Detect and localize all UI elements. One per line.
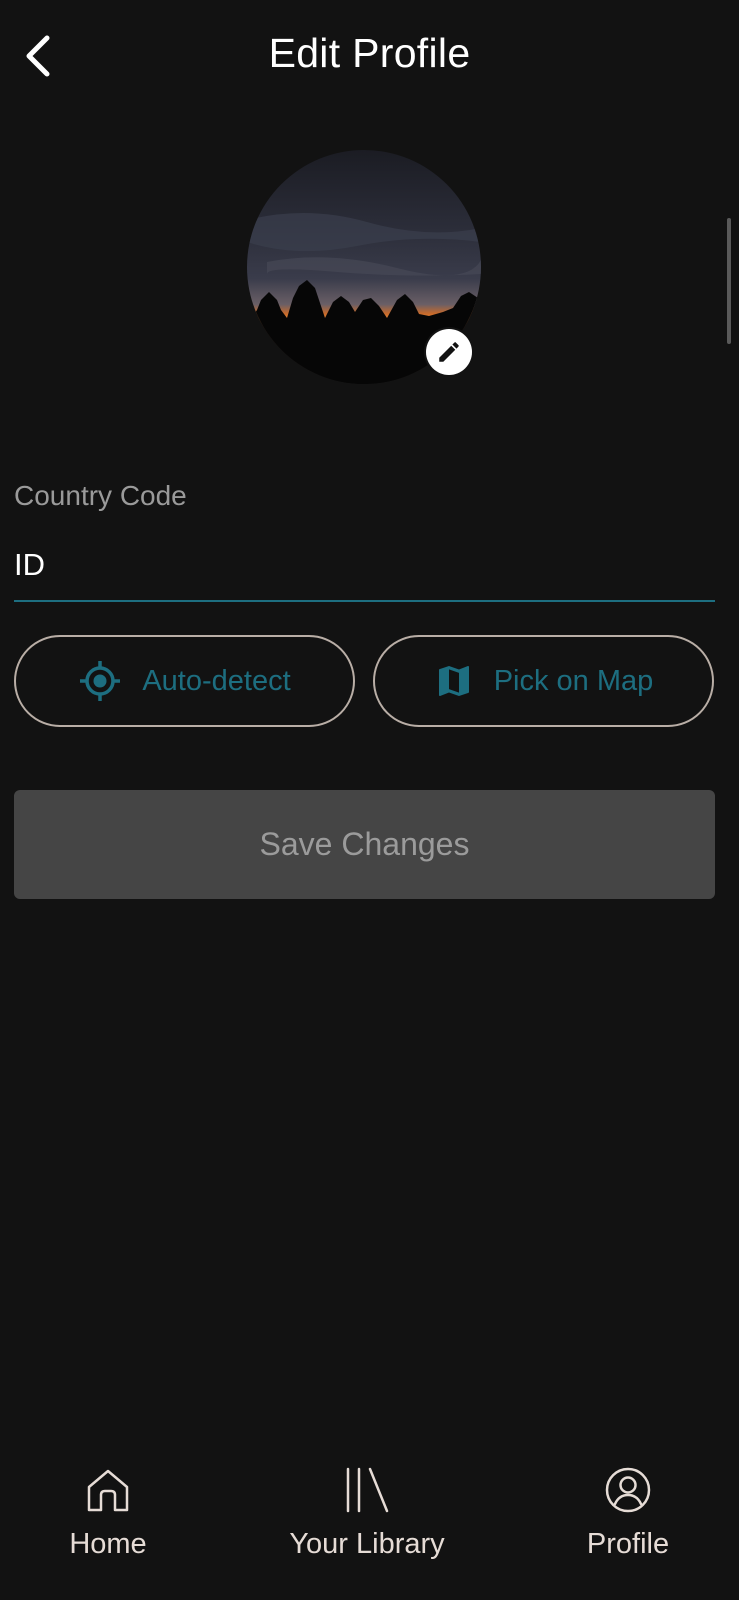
map-icon	[438, 666, 469, 696]
edit-avatar-button[interactable]	[426, 329, 472, 375]
avatar-container	[247, 150, 481, 384]
save-changes-label: Save Changes	[259, 826, 470, 862]
nav-item-profile[interactable]: Profile	[570, 1460, 686, 1561]
library-icon	[346, 1467, 389, 1513]
profile-icon	[605, 1467, 651, 1513]
country-code-label: Country Code	[14, 480, 187, 511]
nav-item-home[interactable]: Home	[57, 1460, 159, 1561]
home-icon	[87, 1469, 129, 1512]
crosshair-location-icon	[80, 661, 121, 701]
bottom-navigation: Home Your Library Profile	[0, 1460, 739, 1600]
nav-label-home: Home	[69, 1528, 147, 1560]
top-app-bar: Edit Profile	[0, 0, 739, 115]
country-code-input[interactable]	[14, 530, 715, 602]
auto-detect-button[interactable]: Auto-detect	[14, 635, 355, 727]
nav-label-profile: Profile	[586, 1528, 670, 1560]
pick-on-map-button[interactable]: Pick on Map	[373, 635, 714, 727]
save-changes-button[interactable]: Save Changes	[14, 790, 715, 899]
nav-label-library: Your Library	[289, 1528, 445, 1560]
pencil-icon	[439, 342, 459, 362]
pick-on-map-label: Pick on Map	[493, 664, 654, 697]
auto-detect-label: Auto-detect	[142, 664, 291, 697]
page-title: Edit Profile	[268, 30, 471, 76]
nav-item-library[interactable]: Your Library	[277, 1460, 457, 1561]
scrollbar[interactable]	[727, 218, 731, 344]
